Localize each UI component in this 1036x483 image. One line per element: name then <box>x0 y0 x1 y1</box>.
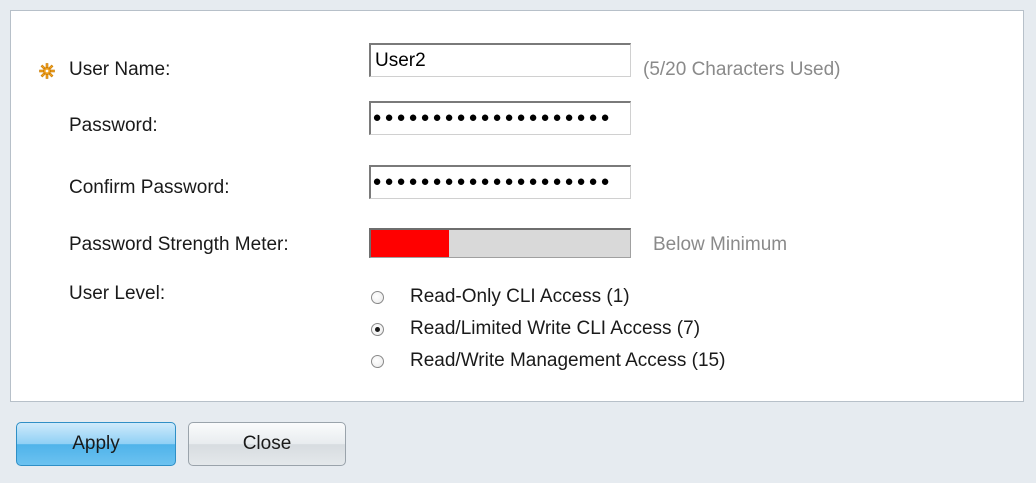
confirm-password-input[interactable]: ● ● ● ● ● ● ● ● ● ● ● ● ● ● ● ● ● ● ● ● <box>369 165 631 199</box>
password-mask-dot: ● <box>408 173 418 190</box>
password-input[interactable]: ● ● ● ● ● ● ● ● ● ● ● ● ● ● ● ● ● ● ● ● <box>369 101 631 135</box>
user-level-option-limited-write[interactable]: Read/Limited Write CLI Access (7) <box>369 316 700 342</box>
password-mask-dot: ● <box>468 109 478 126</box>
user-name-label: User Name: <box>69 59 171 80</box>
strength-meter-fill <box>371 230 449 257</box>
required-asterisk-icon <box>39 63 55 79</box>
password-mask-dot: ● <box>372 109 382 126</box>
user-form-panel: User Name: (5/20 Characters Used) Passwo… <box>10 10 1024 402</box>
password-mask-dot: ● <box>480 173 490 190</box>
password-mask-dot: ● <box>540 109 550 126</box>
option-label: Read/Limited Write CLI Access (7) <box>410 318 701 339</box>
password-mask-dot: ● <box>432 173 442 190</box>
password-mask-dot: ● <box>456 173 466 190</box>
password-mask-dot: ● <box>480 109 490 126</box>
password-mask-dot: ● <box>552 109 562 126</box>
password-mask-dot: ● <box>516 109 526 126</box>
password-mask-dot: ● <box>528 173 538 190</box>
password-strength-meter <box>369 228 631 258</box>
password-mask-dot: ● <box>444 109 454 126</box>
radio-read-write[interactable] <box>371 354 384 368</box>
password-mask-dot: ● <box>588 173 598 190</box>
password-mask-dot: ● <box>384 173 394 190</box>
password-mask-dot: ● <box>576 173 586 190</box>
option-label: Read/Write Management Access (15) <box>410 350 726 371</box>
password-mask-dot: ● <box>528 109 538 126</box>
password-mask-dot: ● <box>384 109 394 126</box>
password-mask-dot: ● <box>492 109 502 126</box>
user-level-label: User Level: <box>69 283 166 304</box>
password-mask-dot: ● <box>372 173 382 190</box>
password-mask-dot: ● <box>420 173 430 190</box>
password-mask-dot: ● <box>588 109 598 126</box>
close-button[interactable]: Close <box>188 422 346 466</box>
password-label: Password: <box>69 115 158 136</box>
password-mask-dot: ● <box>396 173 406 190</box>
password-mask-dot: ● <box>468 173 478 190</box>
strength-status: Below Minimum <box>653 234 788 255</box>
password-mask-dot: ● <box>456 109 466 126</box>
password-mask-dot: ● <box>552 173 562 190</box>
password-mask-dot: ● <box>396 109 406 126</box>
password-mask-dot: ● <box>516 173 526 190</box>
password-mask-dot: ● <box>504 173 514 190</box>
password-mask-dot: ● <box>444 173 454 190</box>
password-mask-dot: ● <box>576 109 586 126</box>
user-name-char-count: (5/20 Characters Used) <box>643 59 841 80</box>
user-level-option-read-only[interactable]: Read-Only CLI Access (1) <box>369 284 630 310</box>
confirm-password-label: Confirm Password: <box>69 177 230 198</box>
radio-read-only[interactable] <box>371 290 384 304</box>
apply-button[interactable]: Apply <box>16 422 176 466</box>
radio-limited-write[interactable] <box>371 322 384 336</box>
option-label: Read-Only CLI Access (1) <box>410 286 630 307</box>
user-level-option-read-write[interactable]: Read/Write Management Access (15) <box>369 348 725 374</box>
password-mask-dot: ● <box>564 109 574 126</box>
password-mask-dot: ● <box>564 173 574 190</box>
password-mask-dot: ● <box>504 109 514 126</box>
password-mask-dot: ● <box>600 173 610 190</box>
user-name-input[interactable] <box>369 43 631 77</box>
password-mask-dot: ● <box>420 109 430 126</box>
password-mask-dot: ● <box>540 173 550 190</box>
strength-meter-label: Password Strength Meter: <box>69 234 289 255</box>
password-mask-dot: ● <box>492 173 502 190</box>
password-mask-dot: ● <box>600 109 610 126</box>
password-mask-dot: ● <box>432 109 442 126</box>
password-mask-dot: ● <box>408 109 418 126</box>
